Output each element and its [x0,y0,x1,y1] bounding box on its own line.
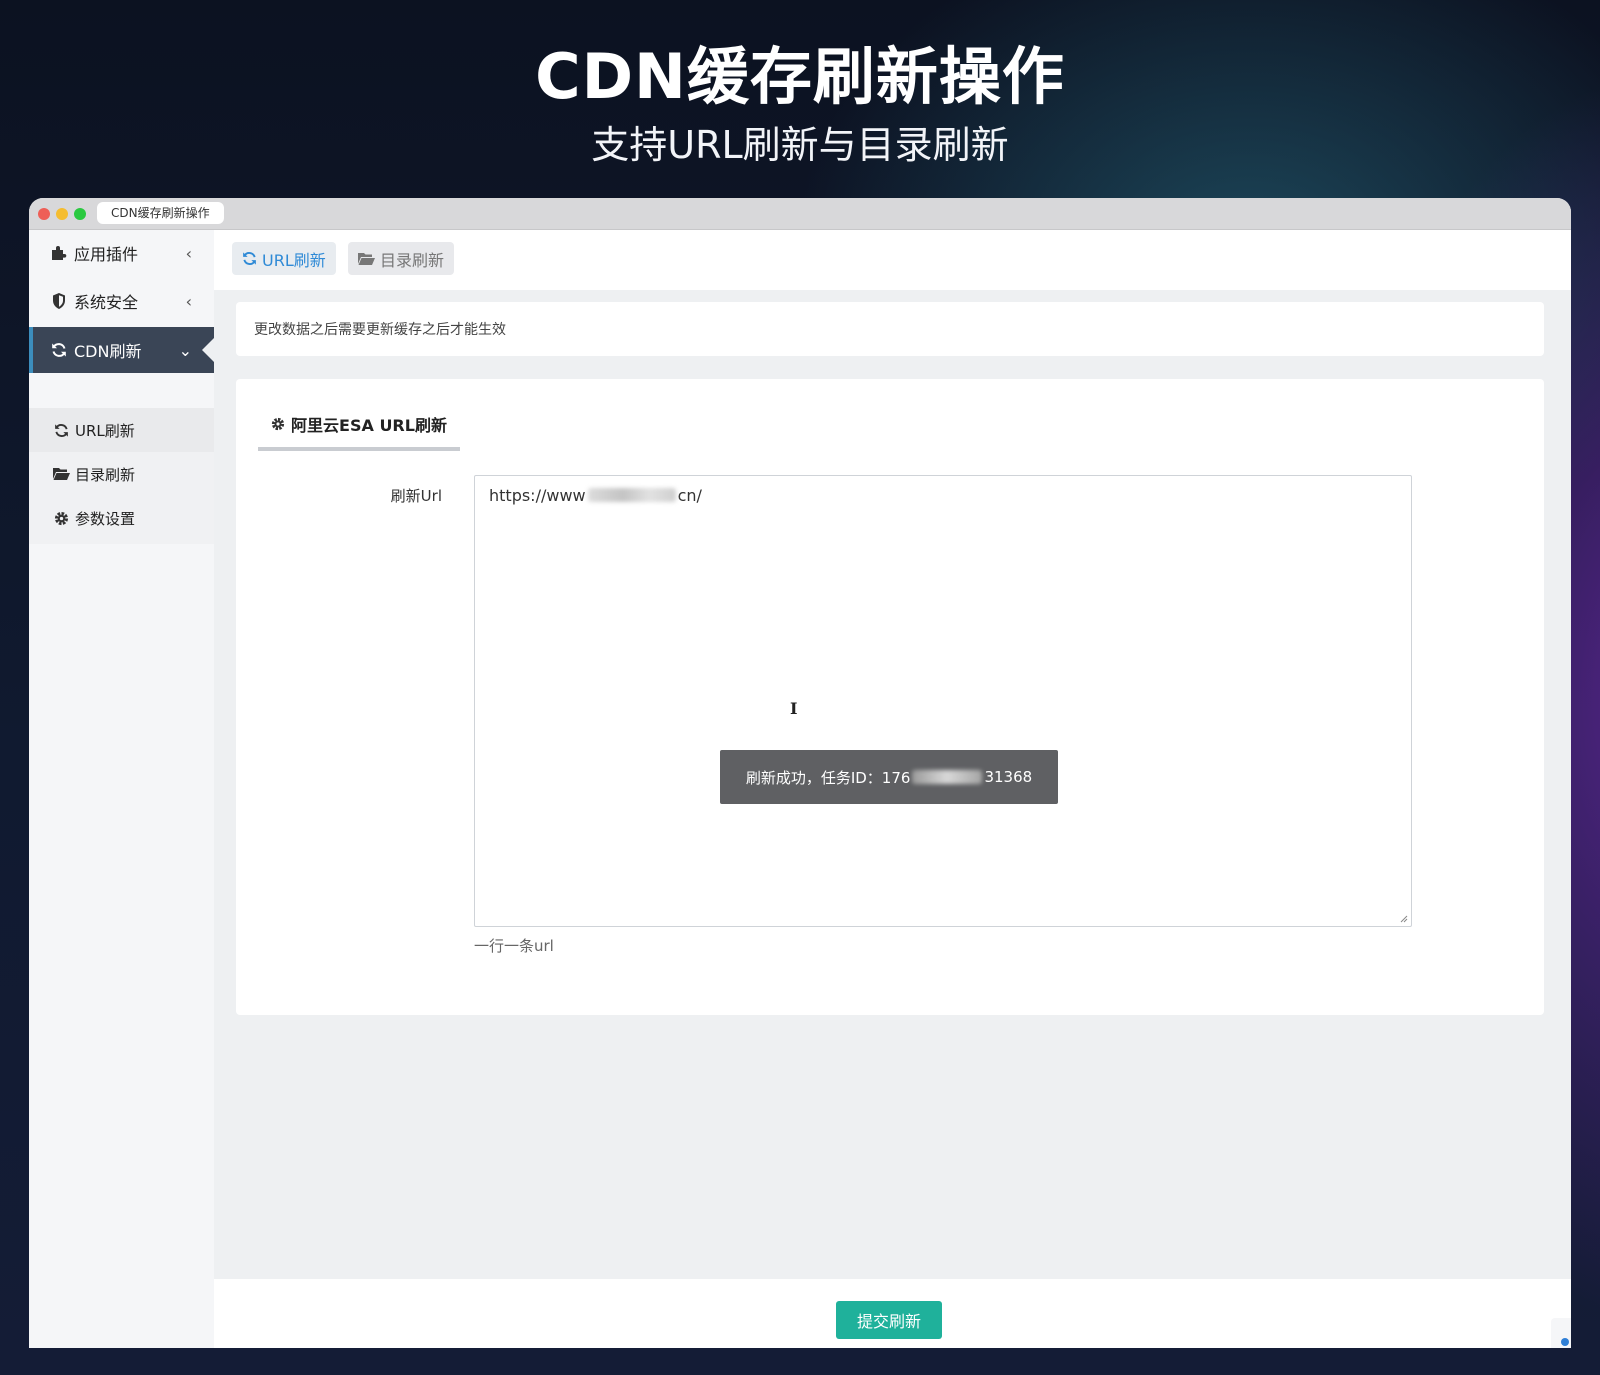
notice-text: 更改数据之后需要更新缓存之后才能生效 [254,322,506,338]
sidebar-item-label: CDN刷新 [74,342,142,361]
sidebar-item-label: 系统安全 [74,293,139,312]
window-titlebar: CDN缓存刷新操作 [29,198,1571,230]
tab-label: 目录刷新 [380,250,445,270]
sidebar-submenu: URL刷新 目录刷新 参数设置 [29,408,214,544]
url-suffix-text: cn/ [677,486,702,505]
shield-icon [48,293,70,309]
corner-widget-icon[interactable] [1551,1318,1571,1348]
sidebar-item-label: 应用插件 [74,245,139,264]
notice-bar: 更改数据之后需要更新缓存之后才能生效 [236,302,1544,356]
maximize-window-button[interactable] [74,208,86,220]
panel-tab-label: 阿里云ESA URL刷新 [291,416,447,435]
refresh-url-label: 刷新Url [390,487,442,505]
browser-window: CDN缓存刷新操作 应用插件 ‹ 系统安全 ‹ CDN刷新 ⌄ URL刷新 目录… [29,198,1571,1348]
refresh-panel: 阿里云ESA URL刷新 刷新Url https://www cn/ I 刷新成功… [236,379,1544,1015]
tab-dir-refresh[interactable]: 目录刷新 [348,242,455,275]
hero-subtitle: 支持URL刷新与目录刷新 [591,123,1009,167]
text-cursor-icon: I [790,699,798,718]
tab-label: URL刷新 [262,250,326,270]
url-prefix-text: https://www [489,486,586,505]
toast-suffix: 31368 [984,768,1033,786]
gear-icon [271,417,285,431]
minimize-window-button[interactable] [56,208,68,220]
chevron-left-icon: ‹ [185,243,192,263]
browser-tab[interactable]: CDN缓存刷新操作 [97,202,224,224]
top-nav: URL刷新 目录刷新 [214,230,1571,290]
help-text: 一行一条url [474,937,554,955]
gear-icon [51,511,71,526]
toast-prefix: 刷新成功，任务ID：176 [745,768,911,787]
sidebar-item-security[interactable]: 系统安全 ‹ [29,278,214,324]
sidebar-subitem-label: 目录刷新 [75,465,136,484]
sidebar-subitem-label: URL刷新 [75,421,135,440]
refresh-url-textarea[interactable]: https://www cn/ [474,475,1412,927]
refresh-icon [242,251,257,266]
redacted-blur [912,770,983,784]
folder-open-icon [51,467,71,481]
chevron-left-icon: ‹ [185,291,192,311]
submit-refresh-button[interactable]: 提交刷新 [836,1301,942,1339]
redacted-blur [587,488,676,502]
sidebar-subitem-settings[interactable]: 参数设置 [29,496,214,540]
success-toast: 刷新成功，任务ID：176 31368 [720,750,1058,804]
sidebar-subitem-label: 参数设置 [75,509,136,528]
close-window-button[interactable] [38,208,50,220]
sidebar-subitem-url-refresh[interactable]: URL刷新 [29,408,214,452]
panel-tab-esa-url-refresh[interactable]: 阿里云ESA URL刷新 [258,401,460,451]
puzzle-icon [48,245,70,261]
refresh-icon [51,423,71,438]
folder-open-icon [358,252,375,266]
footer-bar: 提交刷新 [214,1279,1571,1348]
sidebar-item-plugins[interactable]: 应用插件 ‹ [29,230,214,276]
sidebar: 应用插件 ‹ 系统安全 ‹ CDN刷新 ⌄ URL刷新 目录刷新 参数设置 [29,230,214,1348]
sidebar-item-cdn-refresh[interactable]: CDN刷新 ⌄ [29,327,214,373]
refresh-icon [48,342,70,358]
sidebar-subitem-dir-refresh[interactable]: 目录刷新 [29,452,214,496]
resize-grip-icon[interactable] [1398,913,1408,923]
tab-url-refresh[interactable]: URL刷新 [232,242,336,275]
hero-title: CDN缓存刷新操作 [535,40,1065,113]
chevron-down-icon: ⌄ [178,340,192,360]
